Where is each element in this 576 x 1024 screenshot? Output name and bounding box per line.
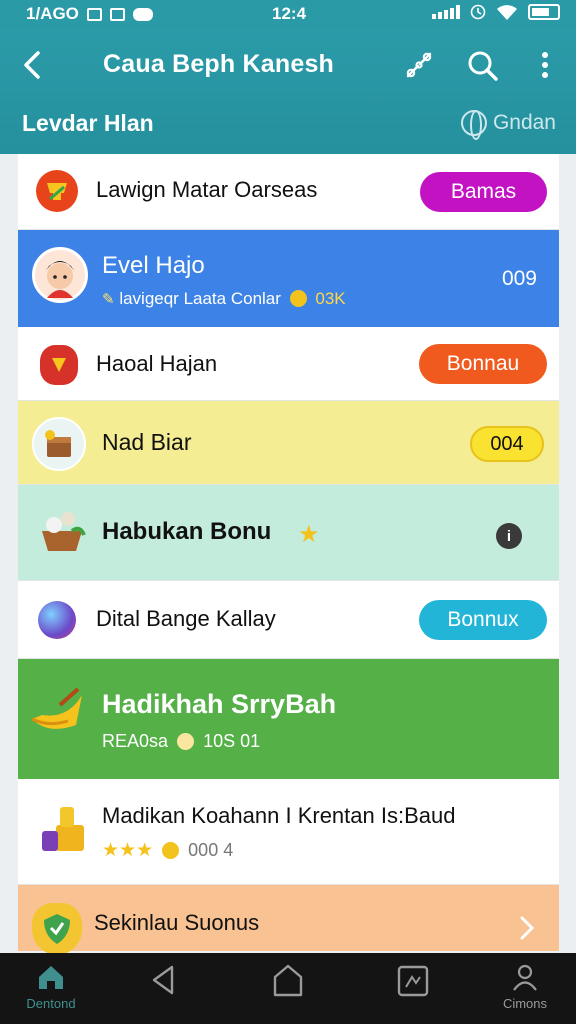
orb-icon bbox=[38, 601, 76, 639]
clock-icon bbox=[470, 4, 486, 20]
status-bar: 1/AGO 12:4 bbox=[0, 0, 576, 28]
list-item[interactable]: Hadikhah SrryBah REA0sa 10S 01 bbox=[18, 659, 559, 779]
coin-icon bbox=[289, 290, 307, 307]
star-icon: ★ bbox=[136, 840, 154, 861]
item-subtitle-text: REA0sa bbox=[102, 731, 169, 751]
app-bar: Caua Beph Kanesh Levdar Hlan Gndan bbox=[0, 28, 576, 154]
banana-icon bbox=[28, 685, 90, 743]
section-title: Levdar Hlan bbox=[22, 110, 154, 136]
notification-icon bbox=[86, 7, 102, 21]
item-subtitle: REA0sa 10S 01 bbox=[102, 731, 260, 752]
trophy-icon bbox=[36, 170, 78, 212]
item-title: Lawign Matar Oarseas bbox=[96, 177, 318, 202]
coin-icon bbox=[162, 842, 180, 859]
blocks-icon bbox=[32, 801, 92, 857]
item-rating: ★★★ 000 4 bbox=[102, 839, 233, 862]
triangle-back-icon bbox=[152, 965, 174, 995]
item-subtitle-text: lavigeqr Laata Conlar bbox=[119, 289, 281, 308]
star-icon: ★ bbox=[102, 840, 120, 861]
nav-profile-label: Cimons bbox=[502, 996, 548, 1011]
bonnau-button[interactable]: Bonnau bbox=[419, 344, 547, 384]
basket-icon bbox=[34, 503, 90, 559]
item-title: Sekinlau Suonus bbox=[94, 910, 260, 935]
item-title: Hadikhah SrryBah bbox=[102, 689, 337, 719]
status-date: 1/AGO bbox=[26, 4, 79, 23]
message-icon bbox=[132, 7, 153, 21]
coin-icon bbox=[177, 733, 195, 750]
notification-icon bbox=[109, 7, 125, 21]
link-icon[interactable] bbox=[402, 48, 436, 82]
list-item[interactable]: Nad Biar 004 bbox=[18, 401, 559, 485]
item-badge: 004 bbox=[470, 426, 544, 462]
nav-back[interactable] bbox=[143, 963, 183, 1000]
list-item[interactable]: Dital Bange Kallay Bonnux bbox=[18, 581, 559, 659]
search-icon[interactable] bbox=[465, 48, 499, 82]
nav-recent[interactable] bbox=[393, 963, 433, 1002]
list-item[interactable]: Lawign Matar Oarseas Bamas bbox=[18, 154, 559, 230]
item-subtitle-value: 10S 01 bbox=[203, 731, 261, 751]
item-title: Haoal Hajan bbox=[96, 351, 218, 376]
item-title: Madikan Koahann I Krentan Is:Baud bbox=[102, 803, 456, 828]
status-time: 12:4 bbox=[272, 4, 307, 23]
list-item[interactable]: Habukan Bonu ★ i bbox=[18, 485, 559, 581]
list-item[interactable]: Sekinlau Suonus bbox=[18, 885, 559, 955]
back-arrow-icon[interactable] bbox=[18, 48, 48, 82]
subtitle-action[interactable]: Gndan bbox=[460, 110, 556, 140]
chevron-right-icon[interactable] bbox=[519, 915, 535, 941]
nav-home-center[interactable] bbox=[268, 963, 308, 1002]
list-item[interactable]: Haoal Hajan Bonnau bbox=[18, 327, 559, 401]
item-title: Dital Bange Kallay bbox=[96, 606, 276, 631]
bottom-navigation: Dentond Cimons bbox=[0, 953, 576, 1024]
chest-icon bbox=[32, 417, 86, 471]
bonnux-button[interactable]: Bonnux bbox=[419, 600, 547, 640]
subtitle-action-label: Gndan bbox=[492, 111, 556, 134]
item-list: Lawign Matar Oarseas Bamas Evel Hajo ✎ l… bbox=[18, 154, 559, 955]
list-item[interactable]: Evel Hajo ✎ lavigeqr Laata Conlar 03K 00… bbox=[18, 230, 559, 327]
battery-icon bbox=[528, 4, 560, 20]
wifi-icon bbox=[497, 5, 517, 20]
item-value: 009 bbox=[501, 267, 537, 290]
nav-home-label: Dentond bbox=[26, 996, 76, 1011]
home-outline-icon bbox=[273, 964, 303, 997]
nav-home[interactable]: Dentond bbox=[18, 963, 84, 1011]
item-title: Nad Biar bbox=[102, 429, 192, 455]
more-vert-icon[interactable] bbox=[532, 48, 558, 82]
item-subtitle-value: 03K bbox=[315, 289, 346, 308]
nav-profile[interactable]: Cimons bbox=[494, 963, 556, 1011]
star-icon: ★ bbox=[298, 521, 320, 548]
bamas-button[interactable]: Bamas bbox=[420, 172, 547, 212]
shield-icon bbox=[32, 903, 82, 955]
recent-apps-icon bbox=[397, 965, 429, 997]
signal-icon bbox=[432, 5, 460, 19]
globe-icon bbox=[460, 110, 487, 140]
list-item[interactable]: Madikan Koahann I Krentan Is:Baud ★★★ 00… bbox=[18, 779, 559, 885]
item-rating-value: 000 4 bbox=[188, 840, 234, 860]
profile-icon bbox=[513, 964, 537, 991]
star-icon: ★ bbox=[119, 840, 137, 861]
item-title: Evel Hajo bbox=[102, 252, 205, 279]
avatar bbox=[32, 247, 88, 303]
sparkle-icon: ✎ bbox=[102, 291, 115, 308]
gift-icon bbox=[40, 345, 78, 385]
info-icon[interactable]: i bbox=[496, 523, 522, 549]
item-subtitle: ✎ lavigeqr Laata Conlar 03K bbox=[102, 289, 346, 309]
home-icon bbox=[39, 966, 63, 989]
item-title: Habukan Bonu bbox=[102, 518, 272, 545]
app-title: Caua Beph Kanesh bbox=[103, 50, 335, 78]
